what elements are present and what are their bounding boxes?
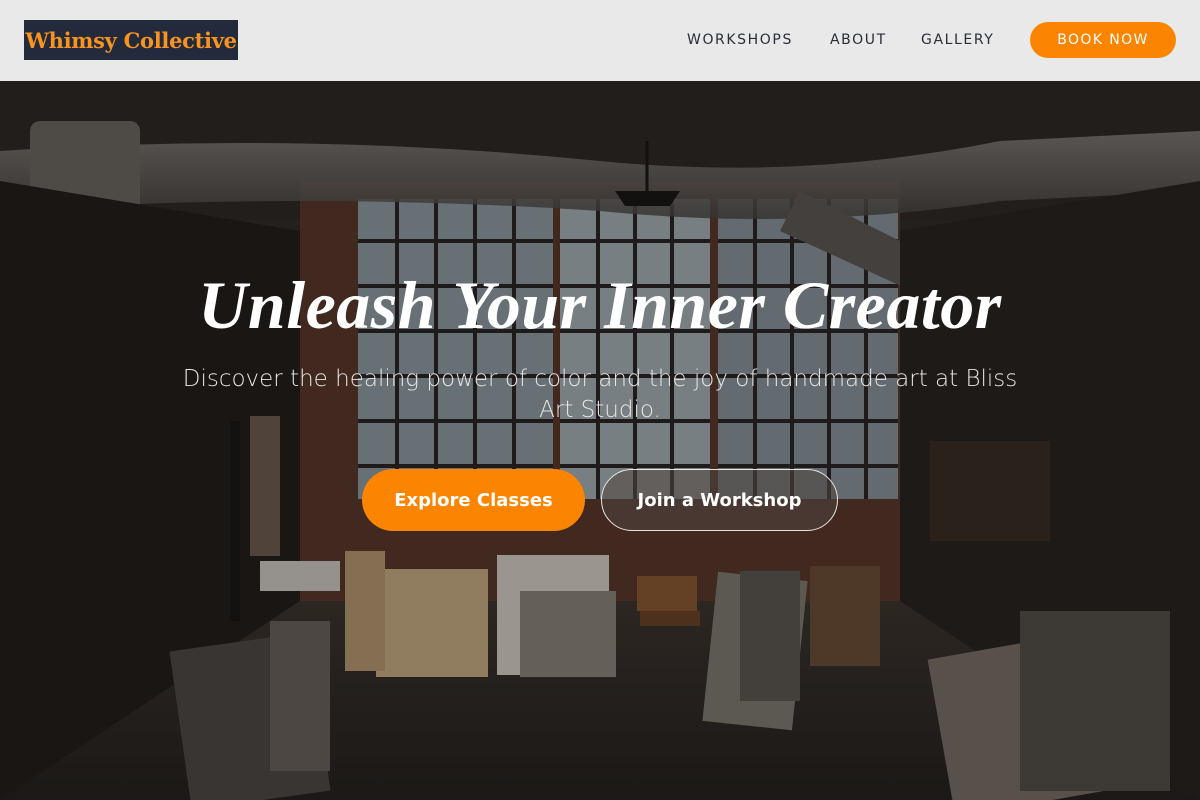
join-workshop-button[interactable]: Join a Workshop <box>601 469 838 531</box>
nav-link-workshops[interactable]: WORKSHOPS <box>687 32 793 48</box>
hero-subtext: Discover the healing power of color and … <box>182 366 1018 423</box>
book-now-button[interactable]: BOOK NOW <box>1030 22 1176 58</box>
nav-link-about[interactable]: ABOUT <box>830 32 887 48</box>
hero-section: Unleash Your Inner Creator Discover the … <box>0 81 1200 800</box>
explore-classes-button[interactable]: Explore Classes <box>362 469 585 531</box>
nav-link-gallery[interactable]: GALLERY <box>921 32 994 48</box>
hero-overlay <box>0 81 1200 800</box>
brand-logo[interactable]: Whimsy Collective <box>24 20 238 60</box>
site-header: Whimsy Collective WORKSHOPS ABOUT GALLER… <box>0 0 1200 81</box>
hero-headline: Unleash Your Inner Creator <box>198 267 1002 343</box>
